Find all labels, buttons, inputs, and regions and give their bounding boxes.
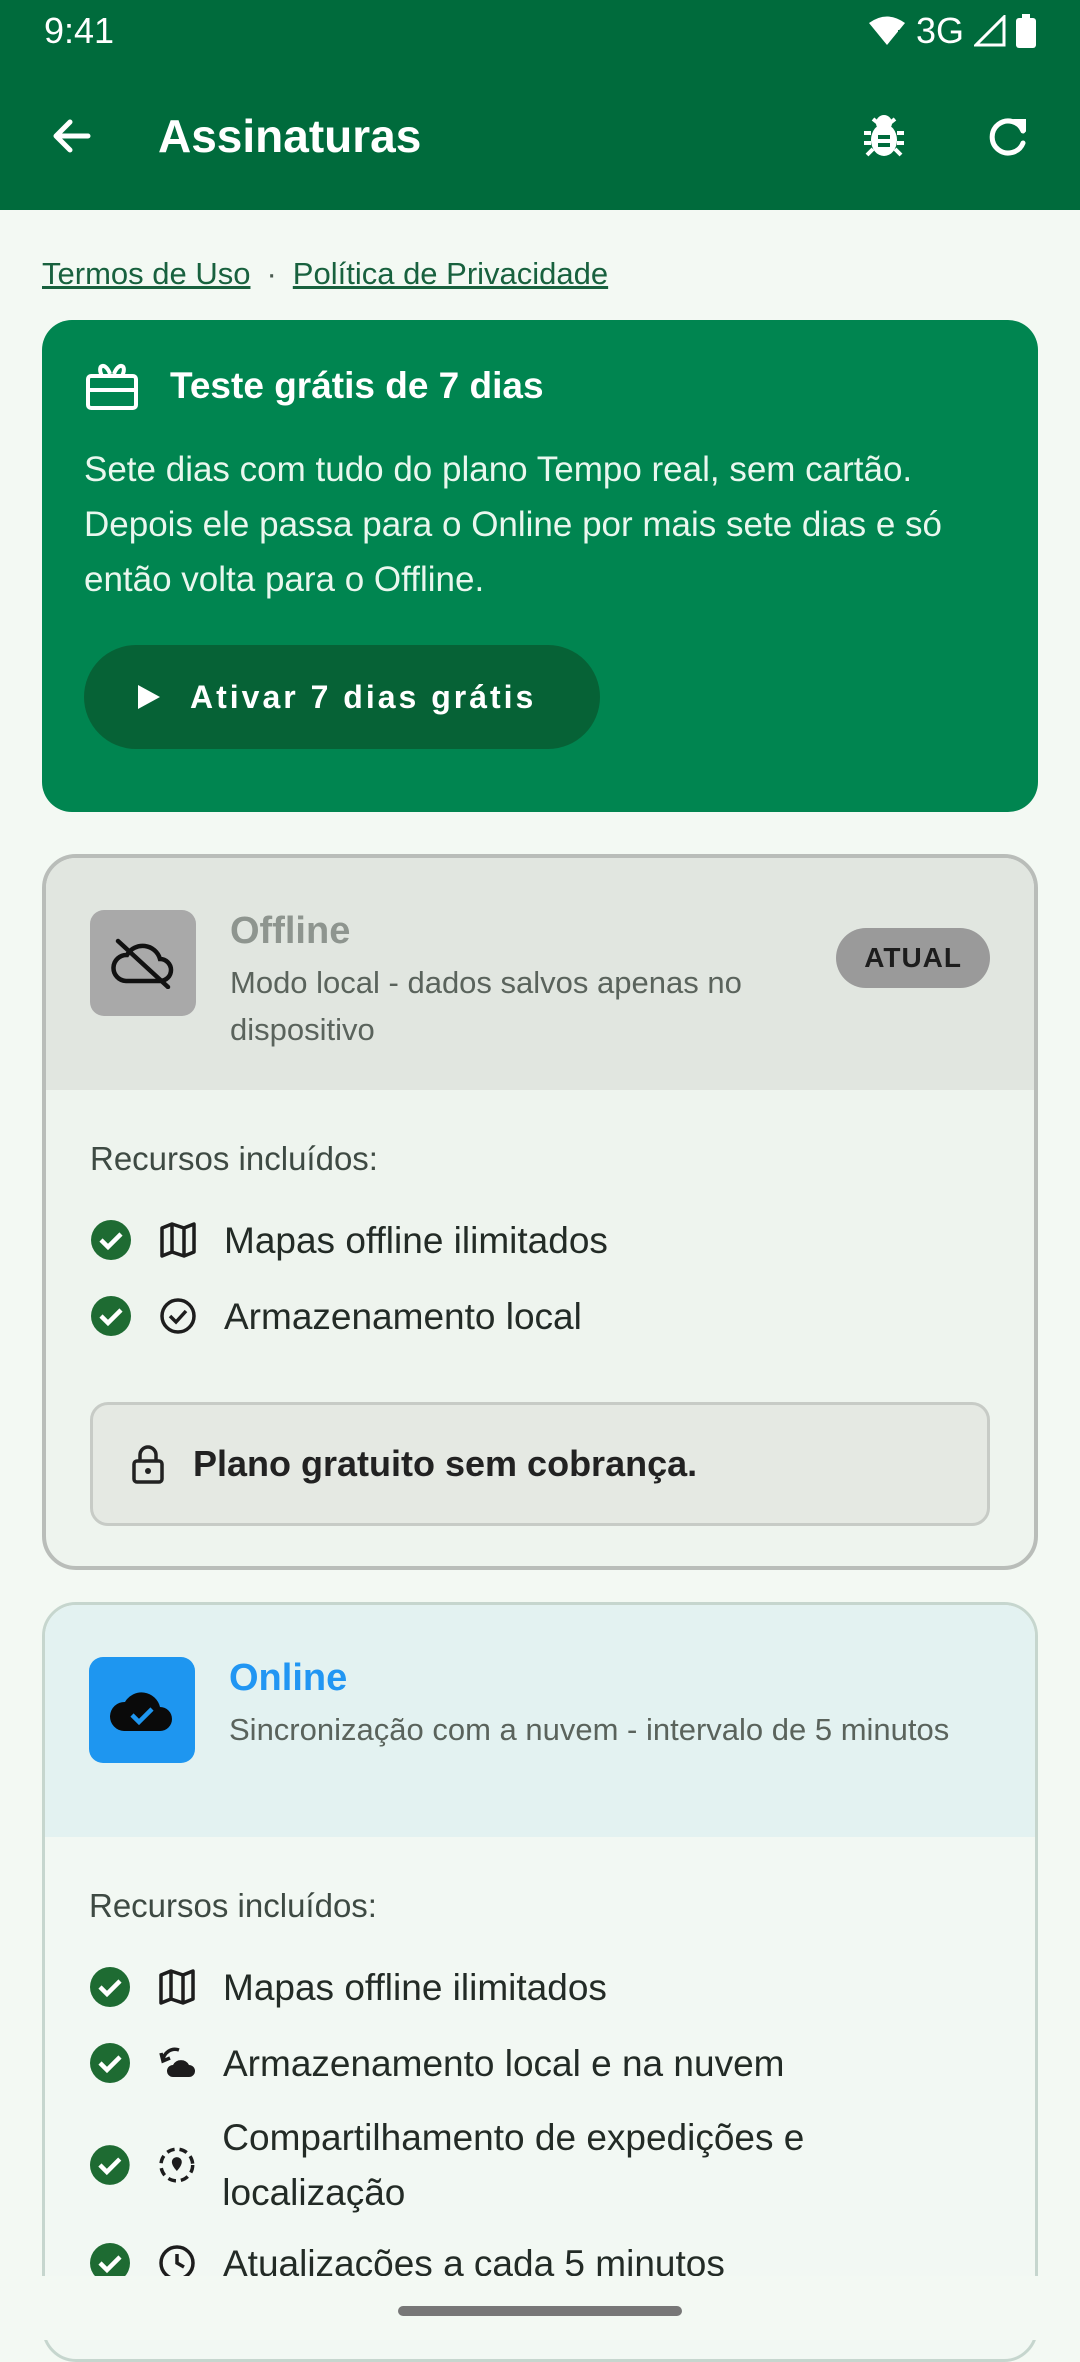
plan-online-name: Online — [229, 1657, 348, 1699]
play-icon — [138, 685, 160, 709]
cloud-off-icon — [111, 938, 174, 989]
lock-icon — [132, 1445, 164, 1484]
legal-links: Termos de Uso · Política de Privacidade — [42, 256, 608, 292]
activate-trial-button[interactable]: Ativar 7 dias grátis — [84, 645, 600, 749]
feature-label: Mapas offline ilimitados — [223, 1966, 607, 2008]
link-separator: · — [266, 256, 277, 291]
network-label: 3G — [915, 10, 964, 51]
feature-item: Mapas offline ilimitados — [90, 1202, 990, 1278]
feature-label: Armazenamento local e na nuvem — [223, 2042, 785, 2084]
refresh-button[interactable] — [972, 100, 1044, 172]
check-circle-icon — [90, 2043, 130, 2083]
check-circle-icon — [90, 1967, 130, 2007]
feature-item: Armazenamento local — [90, 1278, 990, 1354]
signal-icon — [974, 15, 1006, 47]
features-title: Recursos incluídos: — [89, 1887, 377, 1924]
plan-offline-subtitle: Modo local - dados salvos apenas no disp… — [230, 965, 742, 1047]
activate-trial-label: Ativar 7 dias grátis — [190, 678, 537, 715]
bug-icon — [864, 115, 904, 157]
feature-item: Armazenamento local e na nuvem — [89, 2025, 991, 2101]
plan-card-online[interactable]: Online Sincronização com a nuvem - inter… — [42, 1602, 1038, 2362]
back-button[interactable] — [36, 100, 108, 172]
share-location-icon — [158, 2147, 195, 2183]
check-circle-outline-icon — [160, 1298, 196, 1334]
feature-item: Mapas offline ilimitados — [89, 1949, 991, 2025]
privacy-link[interactable]: Política de Privacidade — [293, 256, 608, 292]
features-title: Recursos incluídos: — [90, 1140, 378, 1177]
terms-link[interactable]: Termos de Uso — [42, 256, 250, 292]
cloud-sync-icon — [159, 2047, 195, 2077]
current-plan-badge: ATUAL — [836, 928, 990, 988]
battery-icon — [1016, 14, 1036, 48]
feature-label: Armazenamento local — [224, 1295, 582, 1337]
gesture-nav-handle[interactable] — [398, 2306, 682, 2316]
trial-card: Teste grátis de 7 dias Sete dias com tud… — [42, 320, 1038, 812]
check-circle-icon — [89, 2145, 130, 2185]
status-bar: 9:41 3G — [0, 0, 1080, 62]
free-plan-note: Plano gratuito sem cobrança. — [90, 1402, 990, 1526]
plan-offline-name: Offline — [230, 910, 351, 952]
gift-icon — [86, 364, 138, 410]
plan-online-subtitle: Sincronização com a nuvem - intervalo de… — [229, 1712, 950, 1747]
check-circle-icon — [91, 1296, 131, 1336]
feature-label: Compartilhamento de expedições e localiz… — [222, 2117, 805, 2213]
feature-label: Mapas offline ilimitados — [224, 1219, 608, 1261]
plan-offline-icon-box — [90, 910, 196, 1016]
refresh-icon — [989, 118, 1026, 156]
status-time: 9:41 — [44, 10, 115, 51]
trial-title: Teste grátis de 7 dias — [170, 365, 544, 406]
plan-card-offline[interactable]: Offline Modo local - dados salvos apenas… — [42, 854, 1038, 1570]
app-bar: Assinaturas — [0, 62, 1080, 210]
page-title: Assinaturas — [158, 110, 422, 162]
plan-online-icon-box — [89, 1657, 195, 1763]
status-icons: 3G — [868, 10, 1036, 52]
arrow-back-icon — [53, 119, 91, 153]
debug-button[interactable] — [848, 100, 920, 172]
map-icon — [160, 1222, 196, 1258]
feature-item: Compartilhamento de expedições e localiz… — [89, 2105, 991, 2225]
trial-description: Sete dias com tudo do plano Tempo real, … — [84, 450, 942, 599]
check-circle-icon — [91, 1220, 131, 1260]
free-plan-note-text: Plano gratuito sem cobrança. — [193, 1443, 698, 1484]
wifi-icon — [868, 16, 905, 45]
map-icon — [159, 1969, 195, 2005]
cloud-done-icon — [109, 1692, 172, 1731]
